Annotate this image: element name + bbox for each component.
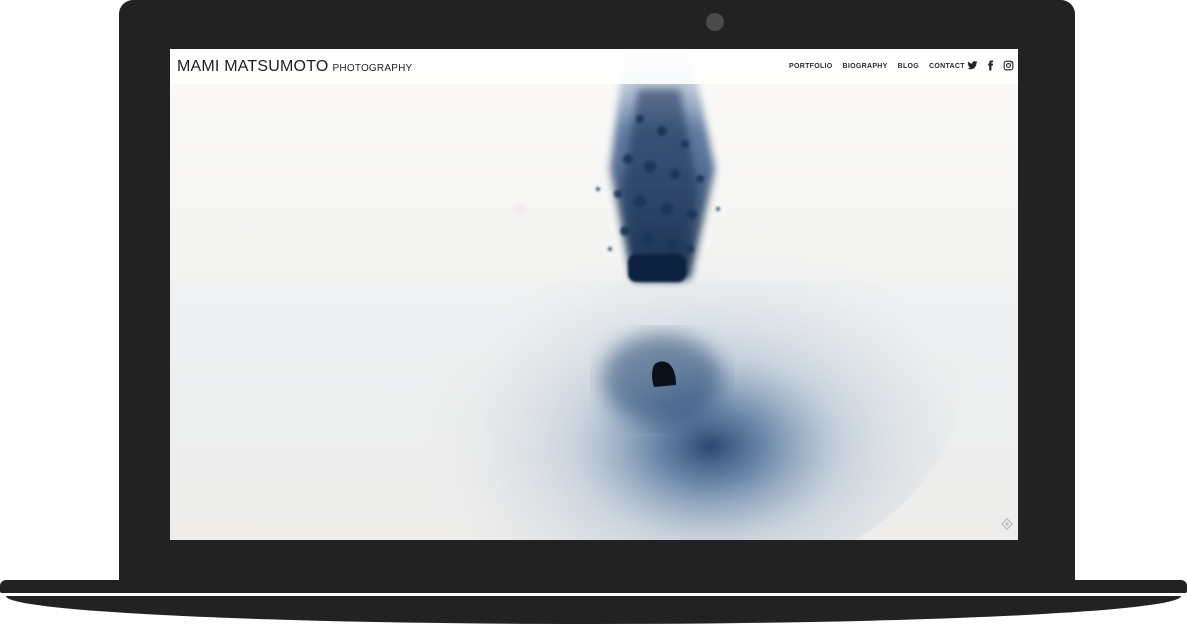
- laptop-base-bottom: [6, 596, 1181, 624]
- hero-photo: [170, 49, 1018, 540]
- nav-item-portfolio[interactable]: PORTFOLIO: [789, 63, 833, 70]
- site-header: MAMI MATSUMOTO PHOTOGRAPHY PORTFOLIO BIOG…: [170, 49, 1018, 84]
- instagram-icon[interactable]: [1003, 60, 1014, 71]
- site-logo[interactable]: MAMI MATSUMOTO PHOTOGRAPHY: [177, 58, 412, 76]
- laptop-base: [0, 580, 1187, 593]
- main-nav: PORTFOLIO BIOGRAPHY BLOG CONTACT: [789, 63, 965, 70]
- twitter-icon[interactable]: [967, 60, 978, 71]
- nav-item-biography[interactable]: BIOGRAPHY: [843, 63, 888, 70]
- site-badge-icon[interactable]: [1001, 518, 1013, 530]
- nav-item-blog[interactable]: BLOG: [898, 63, 919, 70]
- laptop-mockup: MAMI MATSUMOTO PHOTOGRAPHY PORTFOLIO BIOG…: [0, 0, 1187, 624]
- brand-name: MAMI MATSUMOTO: [177, 58, 329, 75]
- website-screen: MAMI MATSUMOTO PHOTOGRAPHY PORTFOLIO BIOG…: [170, 49, 1018, 540]
- webcam: [706, 13, 724, 31]
- brand-subtitle: PHOTOGRAPHY: [332, 63, 413, 74]
- social-links: [967, 60, 1014, 71]
- nav-item-contact[interactable]: CONTACT: [929, 63, 965, 70]
- facebook-icon[interactable]: [985, 60, 996, 71]
